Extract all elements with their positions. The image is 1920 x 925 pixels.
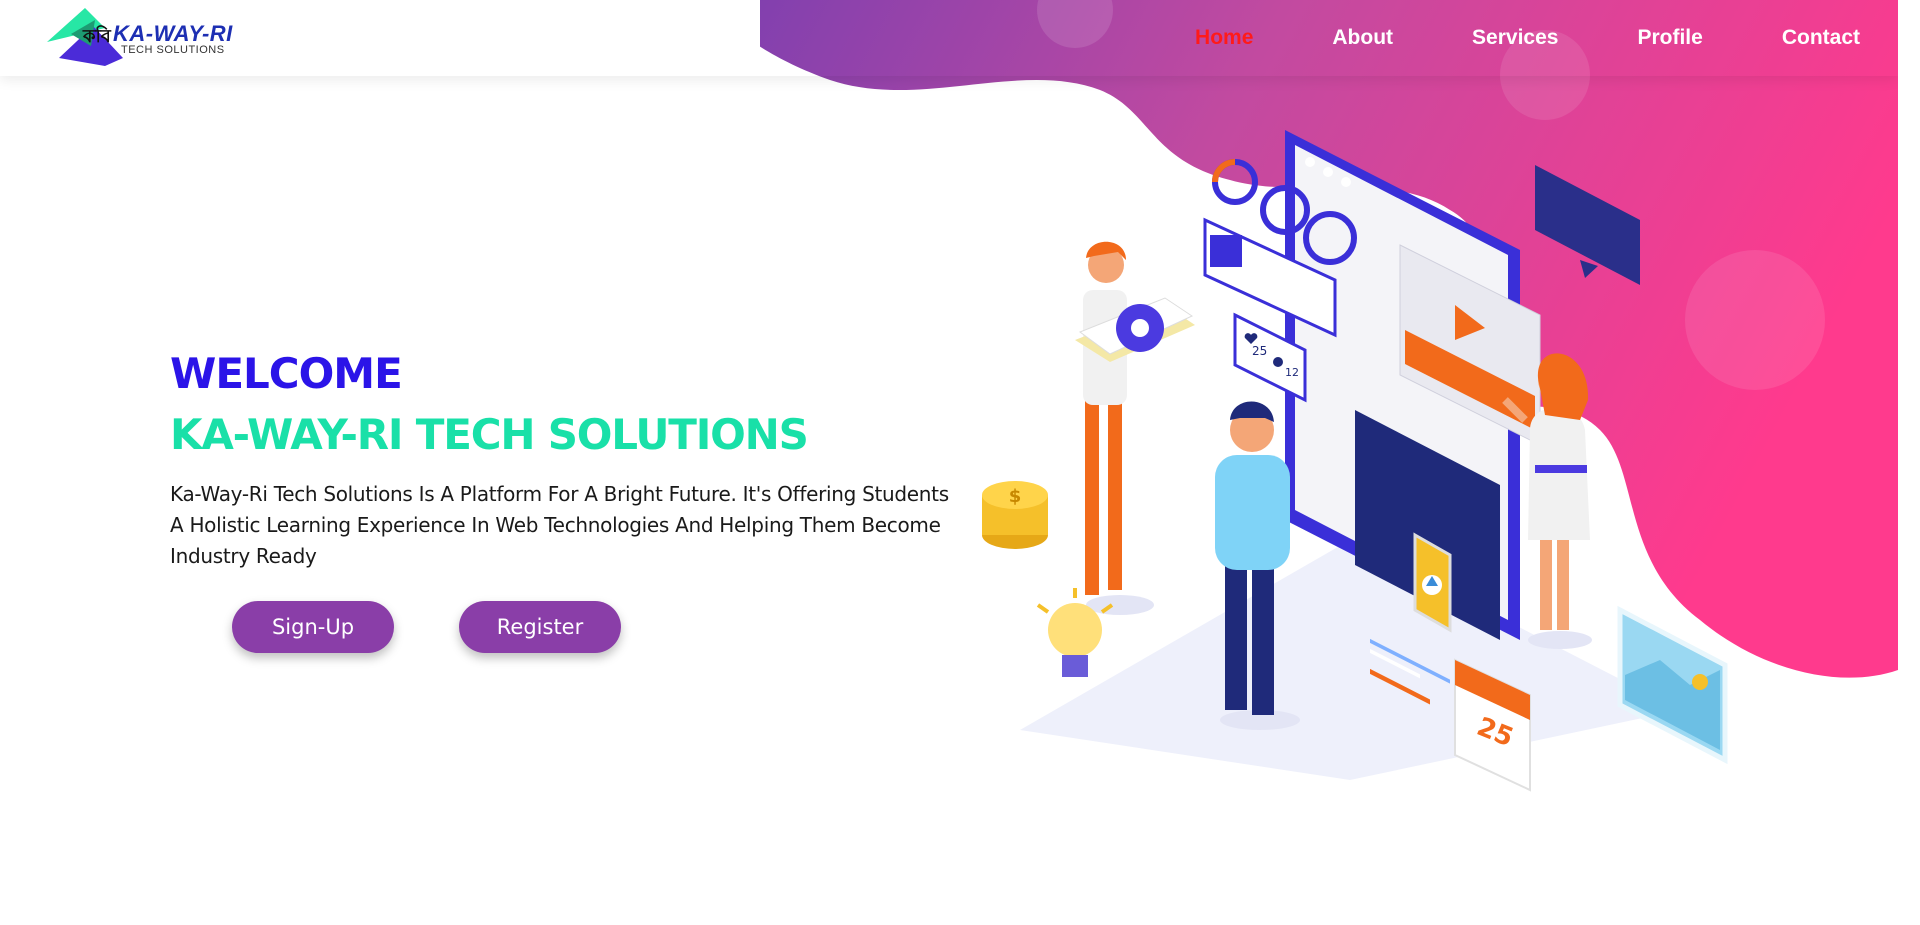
register-button[interactable]: Register	[459, 601, 621, 653]
landing-page: কবি KA-WAY-RI TECH SOLUTIONS Home About …	[0, 0, 1898, 925]
logo-tagline: TECH SOLUTIONS	[121, 44, 225, 56]
hero-description: Ka-Way-Ri Tech Solutions Is A Platform F…	[170, 482, 949, 568]
comment-icon	[1273, 357, 1283, 367]
nav-profile[interactable]: Profile	[1637, 26, 1702, 50]
dollar-coin-icon: $	[982, 481, 1048, 549]
nav-services[interactable]: Services	[1472, 26, 1558, 50]
likes-count: 25	[1252, 344, 1267, 358]
nav-about[interactable]: About	[1332, 26, 1393, 50]
welcome-heading: WELCOME	[170, 349, 403, 398]
logo[interactable]: কবি KA-WAY-RI TECH SOLUTIONS	[45, 6, 275, 70]
image-icon	[1617, 605, 1728, 765]
coin-symbol: $	[1009, 486, 1022, 507]
nav-links: Home About Services Profile Contact	[1116, 0, 1860, 76]
nav-home[interactable]: Home	[1195, 26, 1253, 50]
navbar: কবি KA-WAY-RI TECH SOLUTIONS Home About …	[0, 0, 1898, 76]
nav-contact[interactable]: Contact	[1782, 26, 1860, 50]
signup-button[interactable]: Sign-Up	[232, 601, 394, 653]
company-heading: KA-WAY-RI TECH SOLUTIONS	[170, 410, 809, 459]
logo-glyph: কবি	[83, 26, 111, 47]
arrow-up-icon	[1422, 575, 1442, 595]
hero-section: WELCOME KA-WAY-RI TECH SOLUTIONS Ka-Way-…	[170, 345, 970, 572]
hero-buttons: Sign-Up Register	[232, 601, 621, 653]
comments-count: 12	[1285, 366, 1299, 379]
hero-illustration: 25 12 $ 25	[982, 130, 1728, 792]
gear-icon	[1116, 304, 1164, 352]
